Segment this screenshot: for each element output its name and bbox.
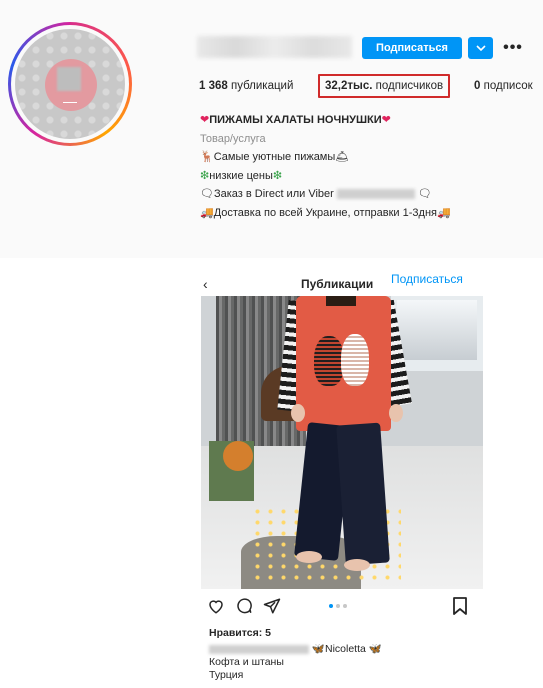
post-header: ‹ Публикации Подписаться <box>199 270 484 296</box>
phone-blurred <box>336 189 415 200</box>
page: Подписаться ••• 1 368 публикаций 32,2тыс… <box>0 0 543 688</box>
follow-button[interactable]: Подписаться <box>362 37 462 59</box>
bio-line: ❇низкие цены❇ <box>200 169 283 182</box>
sparkle-icon: ❇ <box>200 169 210 182</box>
truck-icon: 🚚 <box>436 206 451 219</box>
more-icon[interactable]: ••• <box>502 38 524 58</box>
post-caption: 🦋Nicoletta 🦋 Кофта и штаны Турция <box>209 643 382 681</box>
comment-icon[interactable] <box>235 597 253 615</box>
post-view: ‹ Публикации Подписаться Нравится: 5 🦋Ni… <box>199 270 484 688</box>
carousel-indicator <box>329 604 347 608</box>
bio-line: 🗨Заказ в Direct или Viber 🗨 <box>200 188 432 200</box>
followers-count[interactable]: 32,2тыс. подписчиков <box>318 74 451 98</box>
speech-icon: 🗨 <box>417 188 432 200</box>
post-actions <box>207 597 281 615</box>
hearts-icon: ❤ <box>200 114 210 126</box>
suggested-toggle-button[interactable] <box>468 37 493 59</box>
truck-icon: 🚚 <box>200 206 214 219</box>
bookmark-icon[interactable] <box>452 597 468 620</box>
bio-category: Товар/услуга <box>200 132 266 145</box>
share-icon[interactable] <box>263 597 281 615</box>
follow-link[interactable]: Подписаться <box>391 272 463 286</box>
deer-icon: 🦌 <box>200 151 214 163</box>
back-icon[interactable]: ‹ <box>203 276 208 292</box>
avatar[interactable] <box>8 22 132 146</box>
posts-count[interactable]: 1 368 публикаций <box>199 80 293 92</box>
profile-header: Подписаться ••• 1 368 публикаций 32,2тыс… <box>0 0 543 258</box>
bell-icon: 🛎 <box>335 151 350 163</box>
bio-title: ❤ПИЖАМЫ ХАЛАТЫ НОЧНУШКИ❤ <box>200 114 391 126</box>
butterfly-icon: 🦋 <box>368 643 382 655</box>
username-blurred <box>197 36 352 58</box>
username-blurred[interactable] <box>209 644 309 654</box>
chevron-down-icon <box>475 45 486 52</box>
following-count[interactable]: 0 подписок <box>474 80 533 92</box>
bio: ❤ПИЖАМЫ ХАЛАТЫ НОЧНУШКИ❤ Товар/услуга 🦌С… <box>200 111 451 222</box>
post-photo[interactable] <box>201 296 483 589</box>
hearts-icon: ❤ <box>381 114 391 126</box>
sparkle-icon: ❇ <box>272 169 283 182</box>
avatar-image <box>15 29 125 139</box>
bio-line: 🦌Самые уютные пижамы🛎 <box>200 151 350 163</box>
heart-icon[interactable] <box>207 597 225 615</box>
butterfly-icon: 🦋 <box>311 643 325 655</box>
post-title: Публикации <box>301 277 374 291</box>
likes-count[interactable]: Нравится: 5 <box>209 627 271 639</box>
bio-line: 🚚Доставка по всей Украине, отправки 1-3д… <box>200 206 451 219</box>
speech-icon: 🗨 <box>200 188 214 200</box>
